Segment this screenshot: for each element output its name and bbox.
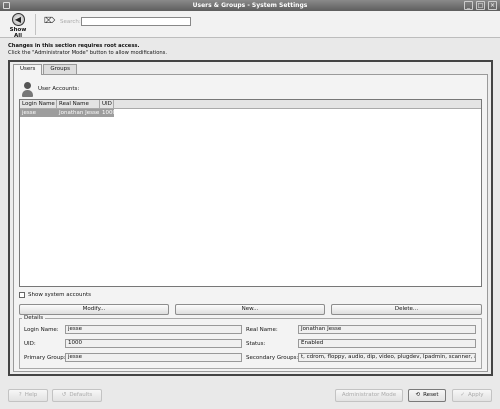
- column-header-login-name[interactable]: Login Name: [20, 100, 57, 108]
- primary-group-label: Primary Group:: [24, 355, 66, 361]
- show-all-button[interactable]: ◀ Show All: [5, 13, 31, 39]
- minimize-button[interactable]: _: [464, 1, 473, 10]
- new-button[interactable]: New...: [175, 304, 325, 315]
- show-system-accounts-checkbox[interactable]: [19, 292, 25, 298]
- primary-group-field: jesse: [65, 353, 242, 362]
- notice-line-2: Click the "Administrator Mode" button to…: [8, 50, 168, 56]
- show-all-label: Show All: [9, 27, 27, 39]
- administrator-mode-button[interactable]: Administrator Mode: [335, 389, 403, 402]
- toolbar-separator: [35, 14, 36, 35]
- secondary-groups-field: t, cdrom, floppy, audio, dip, video, plu…: [298, 353, 476, 362]
- list-header: Login Name Real Name UID: [20, 100, 481, 109]
- tab-bar: Users Groups: [13, 64, 78, 75]
- help-button-label: Help: [24, 392, 38, 398]
- modify-button[interactable]: Modify...: [19, 304, 169, 315]
- real-name-field: Jonathan Jesse: [298, 325, 476, 334]
- show-system-accounts-label: Show system accounts: [28, 292, 91, 298]
- close-button[interactable]: ×: [488, 1, 497, 10]
- user-accounts-list[interactable]: Login Name Real Name UID jesse Jonathan …: [19, 99, 482, 287]
- uid-label: UID:: [24, 341, 36, 347]
- tab-users[interactable]: Users: [13, 64, 43, 75]
- window-title: Users & Groups - System Settings: [192, 2, 308, 9]
- tab-groups[interactable]: Groups: [43, 64, 78, 74]
- cell-real-name: Jonathan Jesse: [59, 110, 100, 116]
- apply-button-label: Apply: [468, 392, 484, 398]
- column-header-real-name[interactable]: Real Name: [57, 100, 100, 108]
- delete-button[interactable]: Delete...: [331, 304, 482, 315]
- cell-uid: 1000: [102, 110, 116, 116]
- toolbar: ◀ Show All ⌦ Search:: [0, 11, 500, 39]
- reset-button-label: Reset: [423, 392, 439, 398]
- search-input[interactable]: [81, 17, 191, 26]
- search-clear-icon[interactable]: ⌦: [44, 16, 55, 25]
- details-legend: Details: [22, 315, 46, 321]
- show-system-accounts-option[interactable]: Show system accounts: [19, 292, 91, 298]
- uid-field: 1000: [65, 339, 242, 348]
- defaults-button[interactable]: ↺ Defaults: [52, 389, 102, 402]
- root-access-notice: Changes in this section requires root ac…: [8, 43, 493, 59]
- real-name-label: Real Name:: [246, 327, 278, 333]
- help-button[interactable]: ? Help: [8, 389, 48, 402]
- reset-icon: ⟲: [415, 392, 421, 398]
- cell-login-name: jesse: [22, 110, 37, 116]
- login-name-label: Login Name:: [24, 327, 59, 333]
- status-label: Status:: [246, 341, 266, 347]
- user-accounts-label: User Accounts:: [38, 86, 80, 92]
- defaults-button-label: Defaults: [69, 392, 93, 398]
- title-bar: Users & Groups - System Settings _ □ ×: [0, 0, 500, 11]
- apply-icon: ✓: [460, 392, 466, 398]
- status-field: Enabled: [298, 339, 476, 348]
- column-header-uid[interactable]: UID: [100, 100, 114, 108]
- help-icon: ?: [18, 392, 22, 398]
- apply-button[interactable]: ✓ Apply: [452, 389, 492, 402]
- table-row[interactable]: jesse Jonathan Jesse 1000: [20, 109, 116, 117]
- reset-button[interactable]: ⟲ Reset: [408, 389, 446, 402]
- defaults-icon: ↺: [61, 392, 67, 398]
- user-accounts-icon: [22, 82, 34, 97]
- bottom-button-bar: ? Help ↺ Defaults Administrator Mode ⟲ Rese…: [0, 381, 500, 409]
- search-label: Search:: [60, 19, 81, 25]
- secondary-groups-label: Secondary Groups:: [246, 355, 299, 361]
- back-arrow-icon: ◀: [11, 13, 25, 26]
- maximize-button[interactable]: □: [476, 1, 485, 10]
- notice-line-1: Changes in this section requires root ac…: [8, 43, 140, 49]
- login-name-field: jesse: [65, 325, 242, 334]
